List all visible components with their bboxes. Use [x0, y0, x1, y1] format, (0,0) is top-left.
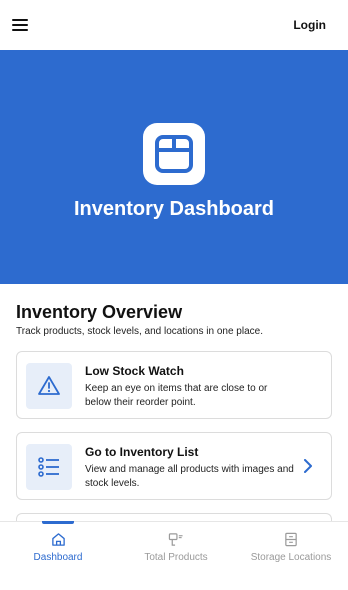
low-stock-watch-card[interactable]: Low Stock Watch Keep an eye on items tha…	[16, 351, 332, 419]
card-description: View and manage all products with images…	[85, 464, 294, 489]
chevron-right-icon[interactable]	[303, 459, 313, 473]
card-description: Keep an eye on items that are close to o…	[85, 383, 268, 408]
nav-total-products[interactable]: Total Products	[136, 522, 216, 582]
nav-storage-locations[interactable]: Storage Locations	[244, 522, 338, 582]
hero-banner: Inventory Dashboard	[0, 50, 348, 284]
warning-triangle-icon	[26, 363, 72, 409]
menu-button[interactable]	[12, 16, 32, 34]
storage-icon	[285, 532, 297, 547]
home-icon	[52, 533, 65, 546]
inventory-list-card[interactable]: Go to Inventory List View and manage all…	[16, 432, 332, 500]
bottom-navigation: Dashboard Total Products Storage Locatio…	[0, 521, 348, 590]
nav-label: Storage Locations	[250, 552, 332, 563]
list-icon	[26, 444, 72, 490]
nav-label: Total Products	[144, 552, 208, 563]
hamburger-menu-icon	[12, 19, 28, 21]
hero-title: Inventory Dashboard	[73, 198, 275, 220]
section-title: Inventory Overview	[16, 302, 183, 322]
section-subtitle: Track products, stock levels, and locati…	[16, 326, 263, 337]
card-title: Low Stock Watch	[85, 364, 184, 378]
top-app-bar: Login	[0, 0, 348, 50]
nav-label: Dashboard	[33, 552, 83, 563]
box-icon	[143, 123, 205, 185]
card-title: Go to Inventory List	[85, 445, 199, 459]
nav-dashboard[interactable]: Dashboard	[22, 522, 94, 582]
product-icon	[168, 533, 183, 546]
login-link[interactable]: Login	[293, 18, 326, 32]
